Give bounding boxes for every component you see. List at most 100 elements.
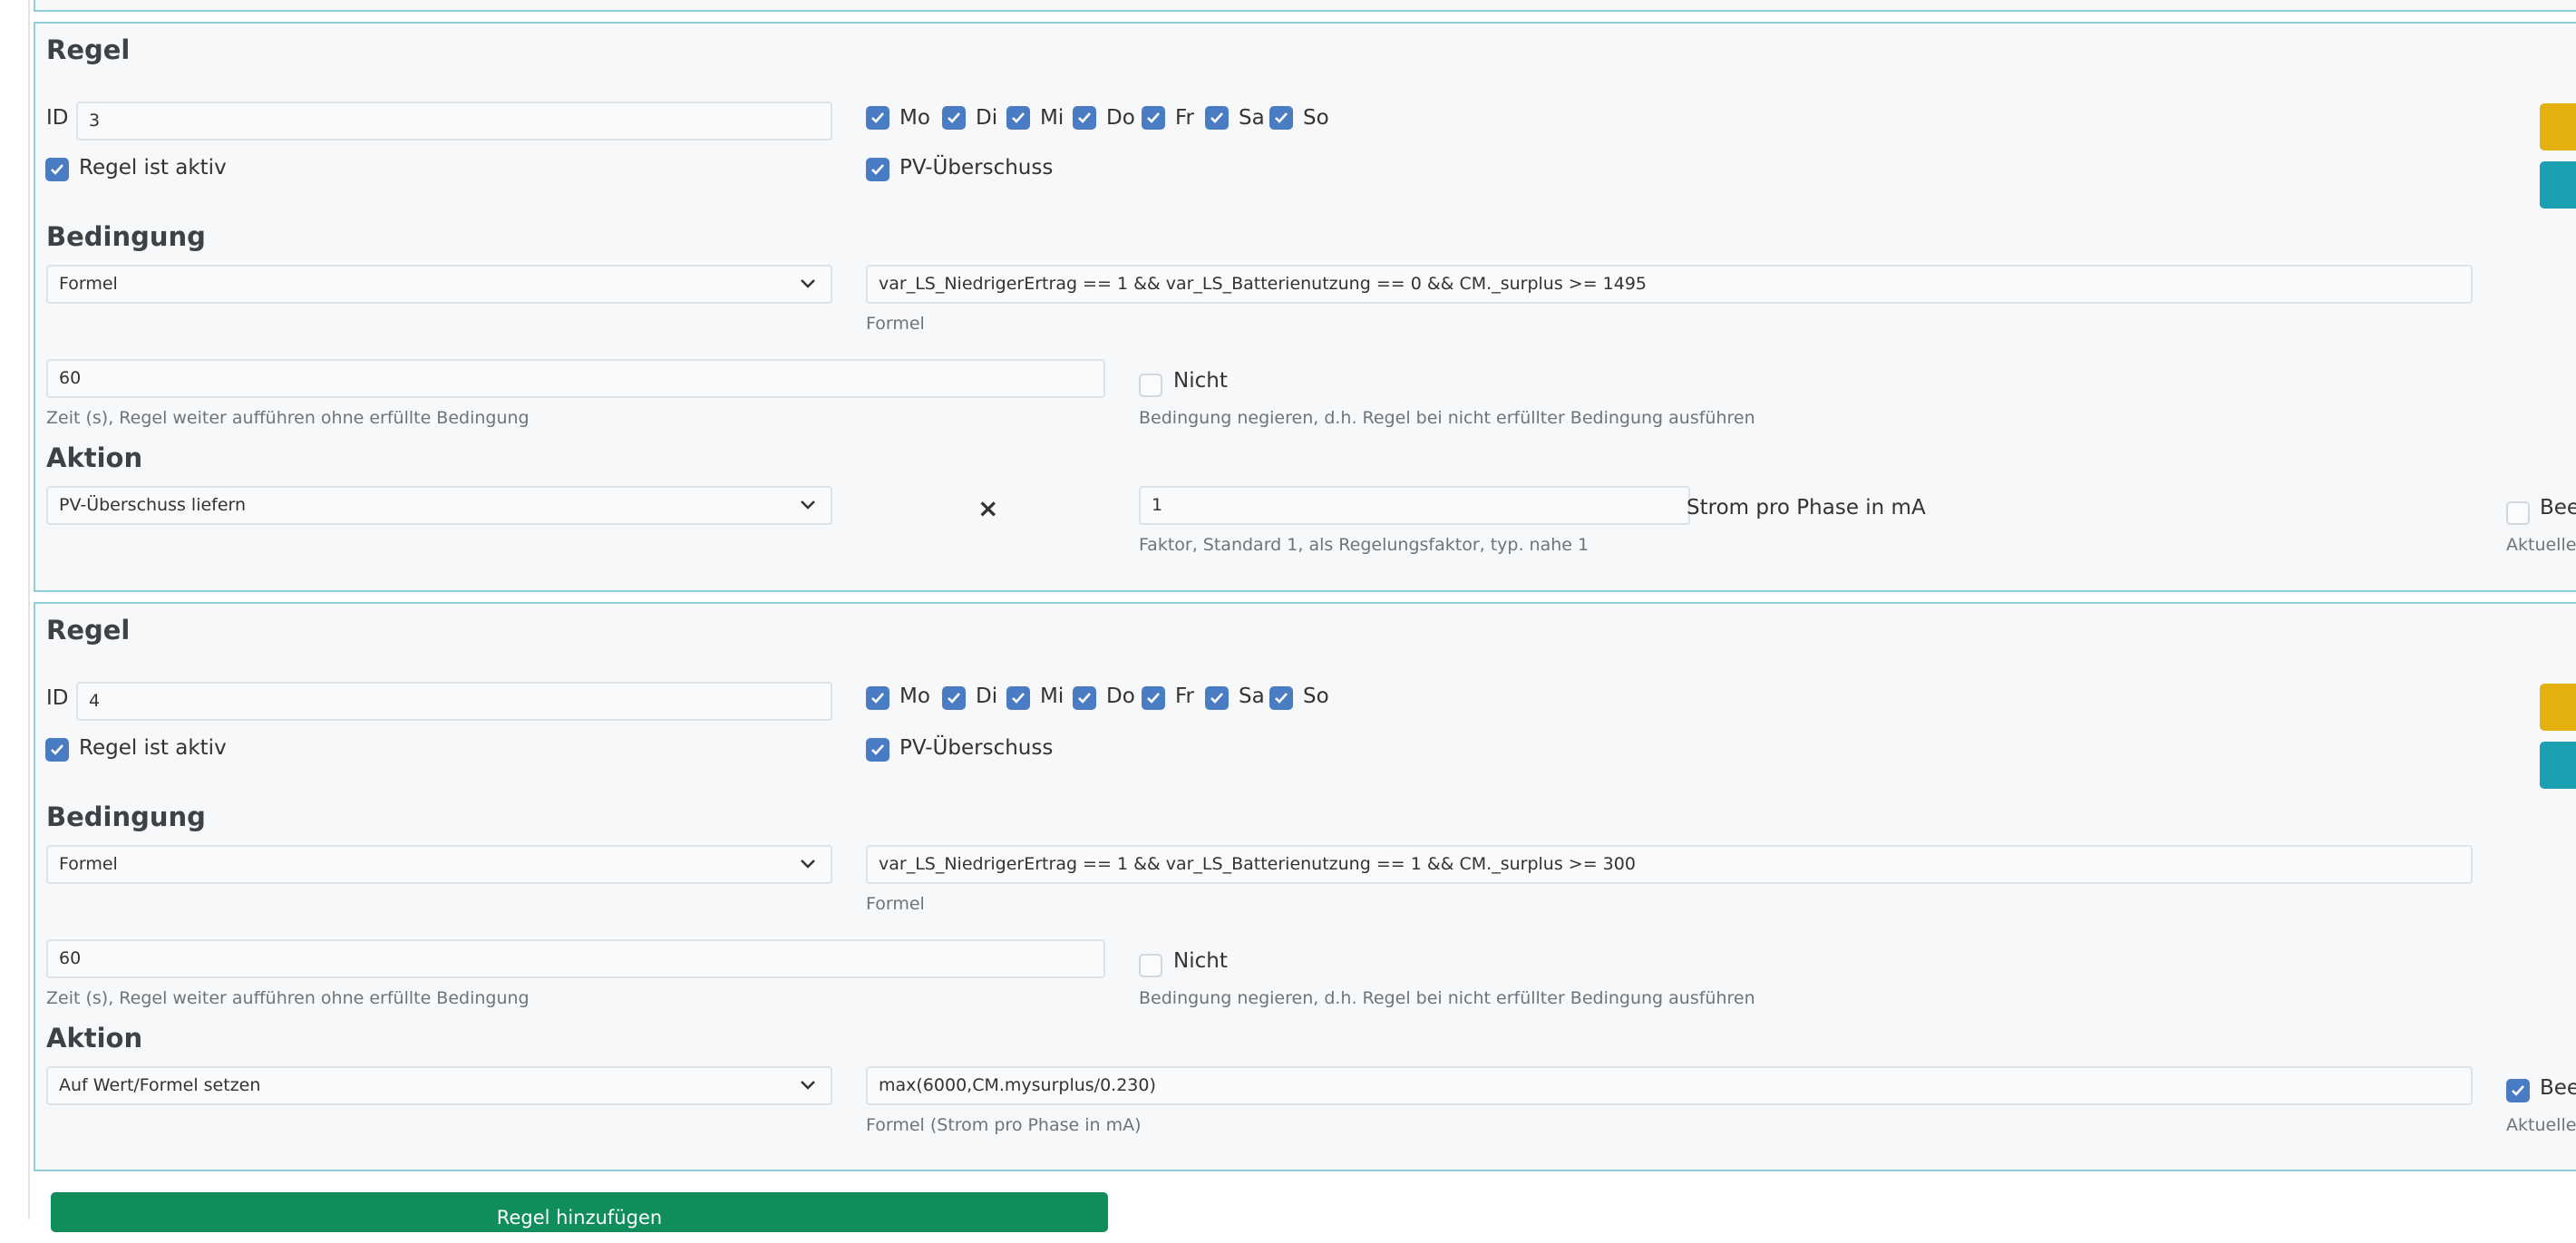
copy-rule-button[interactable] xyxy=(2540,742,2576,789)
pv-surplus-label: PV-Überschuss xyxy=(899,736,1054,760)
right-option-checkbox[interactable] xyxy=(2506,501,2530,525)
unit-label: Strom pro Phase in mA xyxy=(1687,496,1926,520)
checkbox-di[interactable] xyxy=(942,686,966,710)
rule-active-checkbox[interactable] xyxy=(45,158,69,181)
check-icon xyxy=(1012,112,1025,123)
copy-rule-button[interactable] xyxy=(2540,161,2576,209)
day-label: Mi xyxy=(1040,685,1064,708)
right-option-label: Beer xyxy=(2540,496,2576,520)
condition-type-select[interactable]: Formel xyxy=(46,845,832,884)
check-icon xyxy=(948,693,960,704)
previous-rule-card xyxy=(34,0,2576,12)
rule-card: Regel ID 3 Mo Di Mi Do Fr Sa So Regel is… xyxy=(34,22,2576,592)
rule-title: Regel xyxy=(46,34,131,65)
day-label: Mo xyxy=(899,685,930,708)
check-icon xyxy=(871,164,884,175)
condition-type-select[interactable]: Formel xyxy=(46,265,832,304)
factor-input[interactable]: 1 xyxy=(1139,486,1690,525)
check-icon xyxy=(871,693,884,704)
multiply-icon: × xyxy=(977,493,999,523)
checkbox-do[interactable] xyxy=(1073,686,1096,710)
check-icon xyxy=(1078,112,1091,123)
checkbox-sa[interactable] xyxy=(1205,686,1229,710)
day-label: Fr xyxy=(1175,106,1195,130)
rule-active-checkbox[interactable] xyxy=(45,738,69,762)
negate-help: Bedingung negieren, d.h. Regel bei nicht… xyxy=(1139,408,1755,428)
checkbox-mo[interactable] xyxy=(866,106,889,130)
day-label: So xyxy=(1303,106,1329,130)
action-formula-input[interactable]: max(6000,CM.mysurplus/0.230) xyxy=(866,1066,2473,1105)
negate-help: Bedingung negieren, d.h. Regel bei nicht… xyxy=(1139,988,1755,1008)
day-label: Sa xyxy=(1239,106,1265,130)
time-input[interactable]: 60 xyxy=(46,939,1105,978)
condition-formula-help: Formel xyxy=(866,314,925,334)
action-type-select[interactable]: Auf Wert/Formel setzen xyxy=(46,1066,832,1105)
chevron-down-icon xyxy=(801,279,815,288)
day-label: So xyxy=(1303,685,1329,708)
day-label: Mi xyxy=(1040,106,1064,130)
action-heading: Aktion xyxy=(46,1023,143,1054)
edit-rule-button[interactable] xyxy=(2540,684,2576,731)
checkbox-mo[interactable] xyxy=(866,686,889,710)
add-rule-button[interactable]: Regel hinzufügen xyxy=(51,1192,1108,1232)
day-label: Sa xyxy=(1239,685,1265,708)
time-help: Zeit (s), Regel weiter aufführen ohne er… xyxy=(46,408,530,428)
time-help: Zeit (s), Regel weiter aufführen ohne er… xyxy=(46,988,530,1008)
condition-formula-input[interactable]: var_LS_NiedrigerErtrag == 1 && var_LS_Ba… xyxy=(866,265,2473,304)
check-icon xyxy=(871,112,884,123)
rule-title: Regel xyxy=(46,615,131,646)
right-option-help: Aktueller xyxy=(2506,535,2576,555)
day-label: Mo xyxy=(899,106,930,130)
action-formula-help: Formel (Strom pro Phase in mA) xyxy=(866,1115,1142,1135)
condition-type-value: Formel xyxy=(59,854,118,874)
check-icon xyxy=(2512,1085,2524,1096)
pv-surplus-checkbox[interactable] xyxy=(866,158,889,181)
pv-surplus-label: PV-Überschuss xyxy=(899,156,1054,180)
condition-type-value: Formel xyxy=(59,274,118,294)
action-type-value: Auf Wert/Formel setzen xyxy=(59,1075,261,1095)
day-label: Di xyxy=(976,106,998,130)
id-label: ID xyxy=(46,686,69,710)
condition-formula-input[interactable]: var_LS_NiedrigerErtrag == 1 && var_LS_Ba… xyxy=(866,845,2473,884)
check-icon xyxy=(871,744,884,755)
action-type-value: PV-Überschuss liefern xyxy=(59,495,247,515)
negate-checkbox[interactable] xyxy=(1139,374,1162,397)
checkbox-do[interactable] xyxy=(1073,106,1096,130)
checkbox-di[interactable] xyxy=(942,106,966,130)
action-type-select[interactable]: PV-Überschuss liefern xyxy=(46,486,832,525)
checkbox-so[interactable] xyxy=(1269,106,1293,130)
negate-label: Nicht xyxy=(1173,949,1228,973)
chevron-down-icon xyxy=(801,1081,815,1090)
right-option-label: Beer xyxy=(2540,1076,2576,1100)
right-option-checkbox[interactable] xyxy=(2506,1079,2530,1102)
checkbox-sa[interactable] xyxy=(1205,106,1229,130)
time-input[interactable]: 60 xyxy=(46,359,1105,398)
check-icon xyxy=(1275,693,1288,704)
condition-heading: Bedingung xyxy=(46,801,206,832)
day-label: Di xyxy=(976,685,998,708)
check-icon xyxy=(1012,693,1025,704)
checkbox-fr[interactable] xyxy=(1142,686,1165,710)
rule-active-label: Regel ist aktiv xyxy=(79,156,227,180)
id-input[interactable]: 3 xyxy=(76,102,832,141)
check-icon xyxy=(1147,112,1160,123)
checkbox-so[interactable] xyxy=(1269,686,1293,710)
negate-checkbox[interactable] xyxy=(1139,954,1162,977)
edit-rule-button[interactable] xyxy=(2540,103,2576,151)
checkbox-mi[interactable] xyxy=(1006,686,1030,710)
condition-formula-help: Formel xyxy=(866,894,925,914)
chevron-down-icon xyxy=(801,859,815,869)
id-input[interactable]: 4 xyxy=(76,682,832,721)
id-label: ID xyxy=(46,106,69,130)
checkbox-fr[interactable] xyxy=(1142,106,1165,130)
condition-heading: Bedingung xyxy=(46,221,206,252)
check-icon xyxy=(51,744,63,755)
check-icon xyxy=(948,112,960,123)
factor-help: Faktor, Standard 1, als Regelungsfaktor,… xyxy=(1139,535,1589,555)
checkbox-mi[interactable] xyxy=(1006,106,1030,130)
pv-surplus-checkbox[interactable] xyxy=(866,738,889,762)
negate-label: Nicht xyxy=(1173,369,1228,393)
day-label: Do xyxy=(1106,685,1135,708)
day-label: Fr xyxy=(1175,685,1195,708)
check-icon xyxy=(1210,693,1223,704)
